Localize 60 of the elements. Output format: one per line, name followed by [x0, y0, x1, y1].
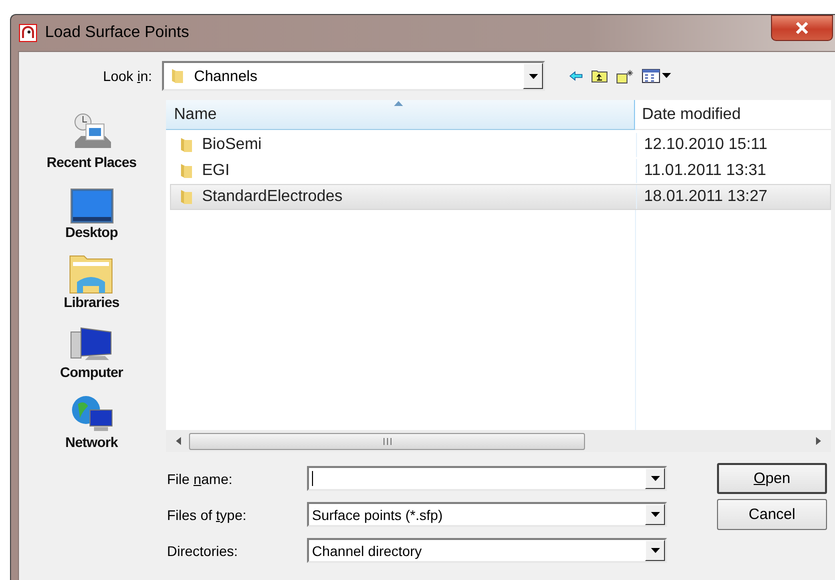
places-item[interactable]: Network [65, 384, 118, 450]
view-menu-icon[interactable] [642, 69, 672, 83]
folder-icon [179, 189, 193, 205]
window-title: Load Surface Points [45, 24, 190, 42]
file-row[interactable]: EGI 11.01.2011 13:31 [170, 158, 831, 184]
look-in-dropdown[interactable]: Channels [162, 61, 545, 91]
places-label: Recent Places [46, 154, 136, 170]
folder-icon [170, 68, 184, 84]
scroll-thumb[interactable] [189, 432, 585, 450]
caret-icon [650, 512, 660, 517]
scroll-right-icon[interactable] [816, 437, 821, 445]
field-label: File name: [167, 470, 234, 486]
caret-icon [528, 74, 538, 78]
horizontal-scrollbar[interactable] [166, 430, 831, 452]
new-folder-icon[interactable] [616, 68, 634, 84]
places-label: Desktop [65, 224, 118, 240]
folder-icon [179, 163, 193, 179]
dropdown-button[interactable] [645, 504, 665, 525]
places-item[interactable]: Desktop [65, 174, 118, 240]
grip-icon [382, 438, 392, 444]
dropdown-button[interactable] [645, 468, 665, 489]
dialog-button[interactable]: Cancel [717, 499, 827, 530]
app-icon [19, 24, 37, 42]
file-name: EGI [202, 162, 230, 180]
caret-icon [650, 548, 660, 553]
globe-monitor-icon [70, 394, 114, 434]
column-header[interactable]: Date modified [635, 100, 831, 130]
back-arrow-icon[interactable] [569, 71, 583, 81]
date-modified: 11.01.2011 13:31 [636, 159, 830, 183]
field-label: Files of type: [167, 506, 248, 522]
file-name: BioSemi [202, 136, 262, 154]
look-in-label: Look in: [102, 68, 153, 84]
combo-field[interactable]: Channel directory [307, 538, 667, 563]
file-name: StandardElectrodes [202, 188, 343, 206]
places-item[interactable]: Computer [60, 314, 123, 380]
caret-icon [650, 476, 660, 481]
places-item[interactable]: Recent Places [46, 104, 136, 170]
places-label: Network [65, 434, 118, 450]
scroll-left-icon[interactable] [176, 437, 181, 445]
combo-field[interactable] [307, 466, 667, 491]
places-label: Libraries [64, 294, 120, 310]
column-header[interactable]: Name [166, 100, 635, 130]
folder-icon [179, 137, 193, 153]
file-row[interactable]: BioSemi 12.10.2010 15:11 [170, 132, 831, 158]
monitor-icon [70, 188, 114, 224]
combo-field[interactable]: Surface points (*.sfp) [307, 502, 667, 527]
look-in-value: Channels [194, 68, 258, 84]
field-label: Directories: [167, 542, 239, 558]
sort-arrow-icon [394, 101, 403, 106]
date-modified: 12.10.2010 15:11 [636, 133, 830, 157]
places-label: Computer [60, 364, 123, 380]
dropdown-button[interactable] [523, 63, 543, 89]
date-modified: 18.01.2011 13:27 [636, 185, 830, 209]
places-item[interactable]: Libraries [64, 244, 120, 310]
close-icon [795, 22, 809, 34]
dialog-button[interactable]: Open [717, 463, 827, 494]
dropdown-button[interactable] [645, 540, 665, 561]
folder-up-icon[interactable] [591, 69, 608, 83]
file-row[interactable]: StandardElectrodes 18.01.2011 13:27 [170, 184, 831, 210]
close-button[interactable] [771, 15, 833, 41]
